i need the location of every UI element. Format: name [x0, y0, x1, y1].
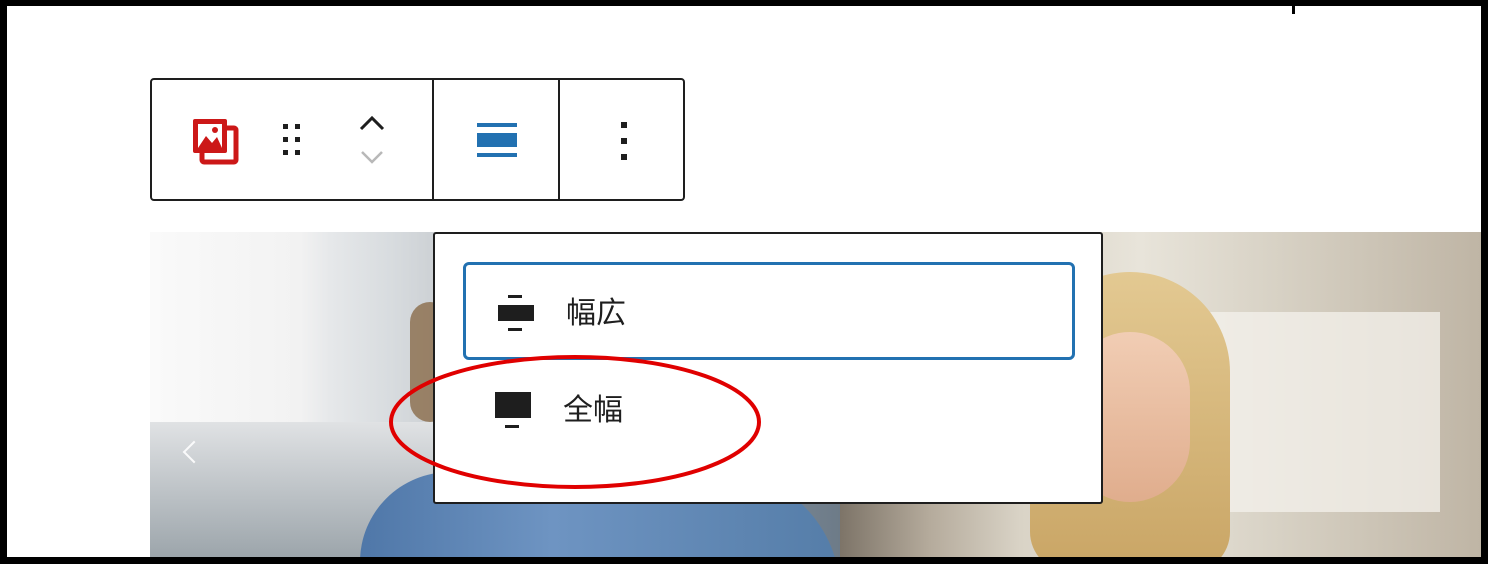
block-toolbar-group-align — [434, 80, 560, 199]
chevron-down-icon[interactable] — [358, 146, 386, 168]
align-full-width-icon — [495, 392, 531, 428]
align-wide-icon — [498, 295, 534, 331]
drag-handle-icon[interactable] — [279, 120, 305, 160]
chevron-up-icon[interactable] — [358, 112, 386, 134]
align-wide-icon[interactable] — [474, 118, 520, 164]
menu-item-wide-width[interactable]: 幅広 — [463, 262, 1075, 360]
more-vertical-icon[interactable] — [612, 116, 636, 166]
block-toolbar — [150, 78, 685, 201]
menu-item-full-width[interactable]: 全幅 — [463, 362, 1075, 460]
menu-item-label: 幅広 — [566, 296, 626, 331]
menu-item-label: 全幅 — [563, 393, 623, 428]
block-toolbar-group-block — [152, 80, 434, 199]
frame-tick — [1292, 0, 1295, 14]
block-toolbar-group-more — [560, 80, 683, 199]
alignment-dropdown: 幅広 全幅 — [433, 232, 1103, 504]
gallery-icon[interactable] — [190, 116, 240, 166]
block-mover — [352, 106, 392, 176]
